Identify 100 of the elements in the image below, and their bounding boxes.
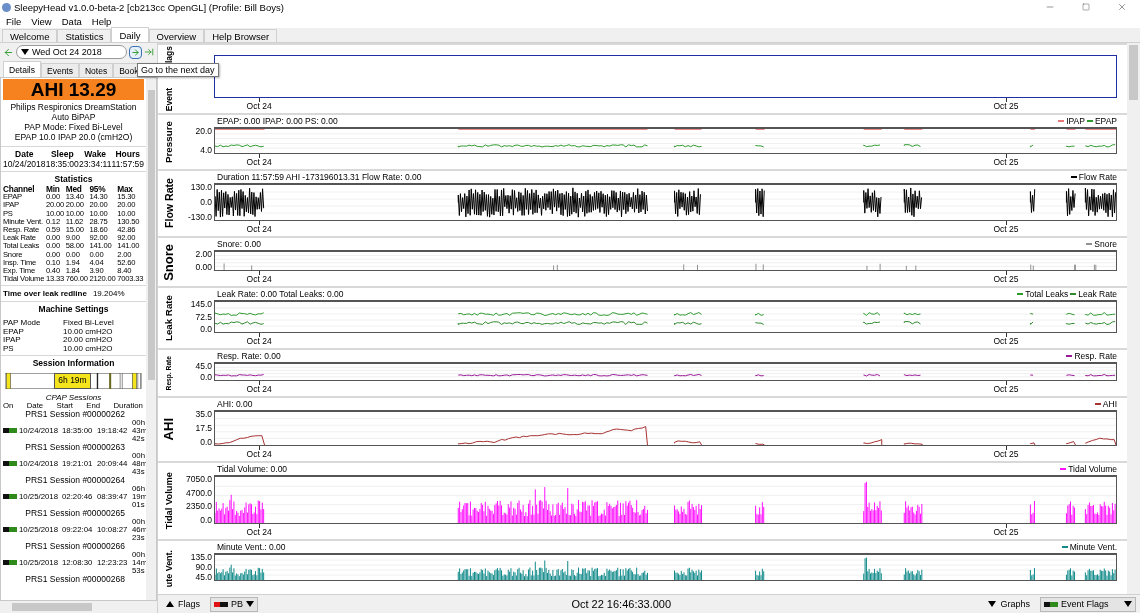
- tooltip: Go to the next day: [137, 63, 219, 77]
- axis-date-label: Oct 25: [993, 224, 1019, 234]
- arrow-right-icon: [131, 47, 140, 57]
- axis-tick-label: 0.0: [200, 373, 212, 381]
- scrollbar-thumb[interactable]: [1128, 45, 1139, 100]
- app-icon: [2, 2, 11, 12]
- flag-dropdown[interactable]: PB: [210, 596, 258, 612]
- caret-icon: [166, 601, 174, 607]
- table-cell: 10/24/2018: [3, 159, 46, 169]
- legend-label: Leak Rate: [1078, 289, 1117, 299]
- scrollbar-thumb[interactable]: [147, 90, 155, 380]
- axis-tick-label: 35.0: [195, 410, 212, 418]
- flags-button[interactable]: Flags: [162, 597, 204, 611]
- cursor-time: Oct 22 16:46:33.000: [570, 598, 673, 610]
- column-header: Med: [65, 185, 83, 194]
- previous-day-icon[interactable]: [3, 46, 14, 58]
- graph-dropdown[interactable]: Event Flags: [1040, 596, 1136, 612]
- caret-icon: [988, 601, 997, 607]
- caret-icon: [21, 49, 29, 55]
- graph-title: Event: [163, 87, 175, 111]
- tab[interactable]: Overview: [148, 29, 205, 42]
- tab[interactable]: Statistics: [57, 29, 112, 42]
- machine-info-text: EPAP 10.0 IPAP 20.0 (cmH2O): [13, 132, 134, 142]
- axis-tick-label: 2.00: [195, 250, 212, 258]
- axis-date-label: Oct 25: [993, 527, 1019, 537]
- date-dropdown[interactable]: Wed Oct 24 2018: [16, 45, 127, 59]
- next-day-button[interactable]: [129, 45, 142, 59]
- graph-title: Flow Rate: [162, 178, 176, 229]
- menu-item[interactable]: Help: [87, 15, 116, 27]
- axis-date-label: Oct 25: [993, 384, 1019, 394]
- menu-item[interactable]: File: [2, 15, 26, 27]
- column-header: 95%: [89, 185, 107, 194]
- section-title: Statistics: [53, 174, 94, 185]
- table-cell: 11:57:59: [111, 159, 144, 169]
- session-name: PRS1 Session #00000265: [24, 509, 126, 519]
- tab[interactable]: Notes: [79, 63, 114, 77]
- axis-tick-label: 0.00: [195, 263, 212, 271]
- axis-tick-label: 2350.0: [186, 502, 212, 511]
- axis-tick-label: 0.0: [200, 325, 212, 333]
- table-cell: 23:34:11: [78, 159, 112, 169]
- axis-date-label: Oct 25: [993, 101, 1019, 111]
- caret-icon: [246, 601, 254, 607]
- graph-readout: Leak Rate: 0.00 Total Leaks: 0.00: [217, 289, 344, 299]
- tab[interactable]: Daily: [111, 27, 149, 42]
- axis-tick-label: 0.0: [200, 198, 212, 206]
- legend-label: AHI: [1102, 399, 1117, 409]
- graph-readout: Minute Vent.: 0.00: [217, 542, 286, 552]
- menu-item[interactable]: View: [27, 15, 56, 27]
- table-cell-text: 10.00 cmH2O: [63, 327, 114, 337]
- legend-label: Resp. Rate: [1074, 351, 1117, 361]
- table-cell-text: 10.00 cmH2O: [63, 344, 114, 354]
- machine-info-text: Auto BiPAP: [50, 112, 97, 122]
- channel-swatch-icon: [214, 601, 228, 607]
- axis-tick-label: 17.5: [195, 424, 212, 432]
- legend-label: Flow Rate: [1078, 172, 1117, 182]
- legend-label: Tidal Volume: [1068, 464, 1117, 474]
- axis-date-label: Oct 24: [246, 449, 272, 459]
- axis-tick-label: 0.0: [200, 438, 212, 446]
- redline-label: Time over leak redline: [3, 289, 87, 299]
- last-day-icon[interactable]: [144, 47, 154, 57]
- axis-tick-label: 135.0: [190, 553, 212, 561]
- table-cell: 18:35:00: [45, 159, 79, 169]
- table-cell-text: 20.00 cmH2O: [63, 336, 114, 345]
- axis-tick-label: 45.0: [195, 573, 212, 581]
- session-name: PRS1 Session #00000264: [24, 476, 126, 486]
- graph-readout: AHI: 0.00: [217, 399, 253, 409]
- close-icon: [1117, 2, 1127, 12]
- axis-date-label: Oct 24: [246, 336, 272, 346]
- column-header: Wake: [83, 149, 108, 159]
- graph-readout: Resp. Rate: 0.00: [217, 351, 281, 361]
- graph-title: lags: [163, 46, 175, 63]
- column-header: Min: [45, 185, 61, 194]
- legend-label: Minute Vent.: [1069, 542, 1117, 552]
- maximize-icon: [1082, 3, 1090, 11]
- channel-swatch-icon: [1044, 601, 1058, 607]
- axis-date-label: Oct 24: [246, 274, 272, 284]
- column-header: Date: [14, 149, 35, 159]
- tab[interactable]: Help Browser: [204, 29, 278, 42]
- column-header: Channel: [3, 185, 36, 194]
- session-block[interactable]: 6h 19m: [54, 373, 91, 390]
- tab[interactable]: Details: [3, 61, 41, 77]
- legend-label: IPAP: [1066, 116, 1085, 126]
- graph-title: Pressure: [162, 120, 175, 164]
- caret-icon: [1124, 601, 1132, 607]
- graph-readout: Tidal Volume: 0.00: [217, 464, 288, 474]
- axis-date-label: Oct 25: [993, 157, 1019, 167]
- legend-label: Total Leaks: [1025, 289, 1069, 299]
- axis-tick-label: 4700.0: [186, 488, 212, 497]
- section-title: Machine Settings: [37, 304, 110, 316]
- tab[interactable]: Events: [41, 63, 79, 77]
- table-cell-text: EPAP: [3, 327, 25, 337]
- axis-tick-label: 45.0: [195, 362, 212, 370]
- machine-info-text: Philips Respironics DreamStation: [9, 102, 138, 112]
- axis-tick-label: 72.5: [195, 312, 212, 321]
- graph-title: Tidal Volume: [163, 472, 175, 530]
- menu-item[interactable]: Data: [57, 15, 86, 27]
- column-header: Hours: [114, 149, 142, 159]
- graphs-button[interactable]: Graphs: [984, 597, 1034, 611]
- scrollbar-thumb[interactable]: [12, 603, 92, 611]
- tab[interactable]: Welcome: [2, 29, 58, 42]
